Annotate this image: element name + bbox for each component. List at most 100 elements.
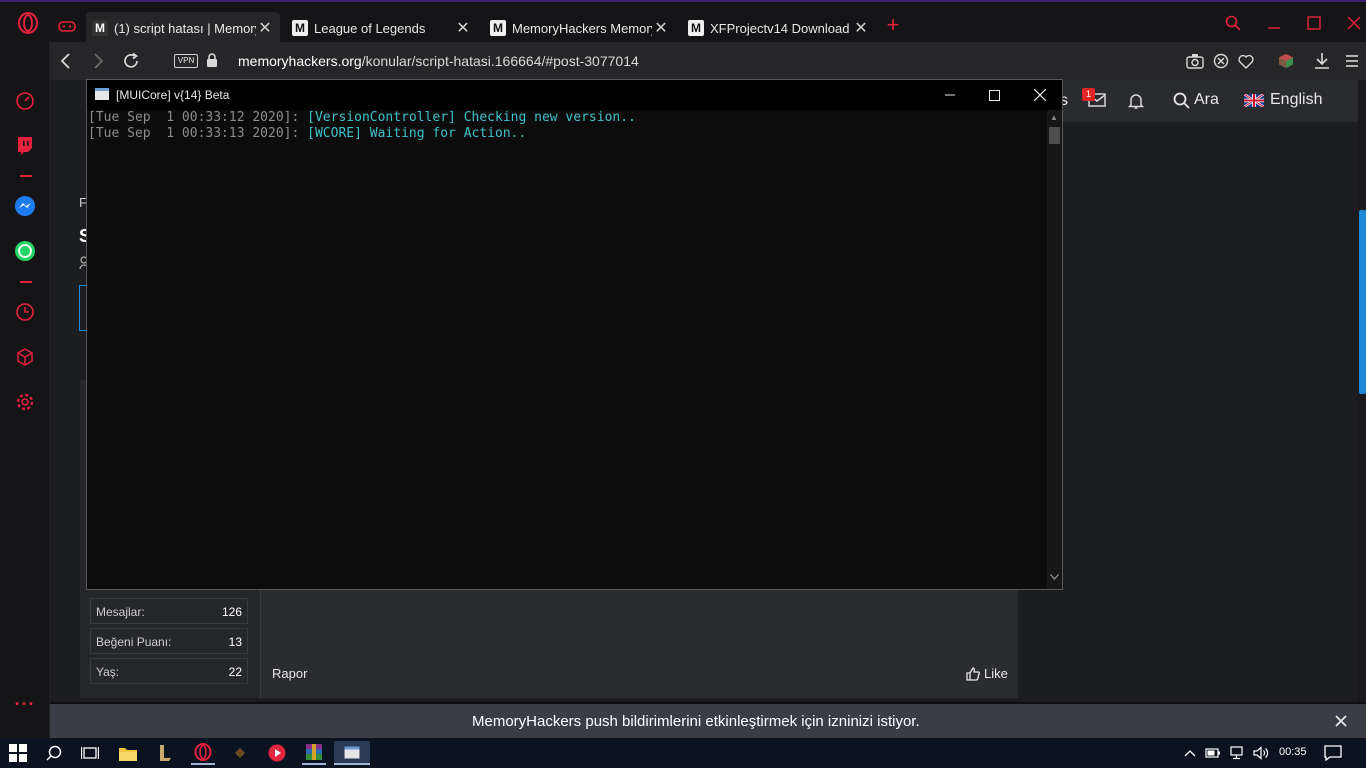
game-app-icon[interactable]: [228, 741, 252, 765]
lock-icon[interactable]: [206, 53, 218, 68]
tab-close-icon[interactable]: ✕: [454, 18, 472, 38]
gamepad-icon[interactable]: [57, 18, 77, 34]
extension-cube-icon[interactable]: [1278, 53, 1294, 69]
tab-title: XFProjectv14 Download - K: [710, 20, 852, 36]
like-button[interactable]: Like: [966, 666, 1008, 681]
settings-gear-icon[interactable]: [14, 391, 36, 413]
memoryhackers-favicon-icon: M: [490, 20, 506, 36]
console-app-taskbar-icon[interactable]: [334, 741, 370, 765]
new-tab-button[interactable]: +: [883, 14, 903, 36]
file-explorer-icon[interactable]: [116, 741, 140, 765]
console-timestamp: [Tue Sep 1 00:33:12 2020]:: [88, 110, 308, 125]
console-scrollbar[interactable]: ▲: [1047, 110, 1062, 589]
language-selector[interactable]: English: [1244, 91, 1322, 109]
console-close-button[interactable]: [1025, 80, 1055, 110]
messenger-icon[interactable]: [14, 195, 36, 217]
tab-script-hatasi[interactable]: M (1) script hatası | MemoryH ✕: [86, 12, 280, 44]
battery-icon[interactable]: [1201, 741, 1225, 765]
tray-chevron-up-icon[interactable]: [1178, 741, 1202, 765]
memoryhackers-favicon-icon: M: [292, 20, 308, 36]
winrar-icon[interactable]: [302, 741, 326, 765]
ad-blocker-icon[interactable]: [1213, 53, 1229, 69]
opera-menu-logo[interactable]: [17, 12, 39, 34]
tab-league-of-legends[interactable]: M League of Legends ✕: [286, 12, 478, 44]
url-path: /konular/script-hatasi.166664/#post-3077…: [361, 53, 639, 69]
vpn-badge[interactable]: VPN: [174, 54, 198, 68]
tab-title: MemoryHackers MemoryU: [512, 20, 652, 36]
extensions-cube-icon[interactable]: [14, 346, 36, 368]
twitch-icon[interactable]: [14, 135, 36, 157]
whatsapp-icon[interactable]: [14, 240, 36, 262]
console-message: [VersionController] Checking new version…: [307, 110, 636, 125]
address-bar: VPN memoryhackers.org/konular/script-hat…: [50, 42, 1366, 80]
sidebar-separator: [20, 175, 32, 177]
console-line: [Tue Sep 1 00:33:12 2020]: [VersionContr…: [88, 110, 1047, 126]
console-scroll-thumb[interactable]: [1049, 127, 1060, 144]
forum-nav: s 1 Ara English: [1018, 80, 1360, 122]
stat-value: 13: [228, 635, 242, 649]
page-scrollbar-thumb[interactable]: [1359, 210, 1366, 394]
tab-close-icon[interactable]: ✕: [256, 18, 274, 38]
console-window[interactable]: [MUICore] v{14} Beta [Tue Sep 1 00:33:12…: [86, 79, 1063, 590]
inbox-count-badge: 1: [1082, 88, 1095, 101]
close-window-button[interactable]: [1335, 10, 1366, 36]
task-view-icon[interactable]: [78, 741, 102, 765]
taskbar-search-icon[interactable]: [42, 741, 66, 765]
snapshot-camera-icon[interactable]: [1186, 53, 1204, 69]
user-stats: Mesajlar: 126 Beğeni Puanı: 13 Yaş: 22: [90, 580, 250, 690]
url-text[interactable]: memoryhackers.org/konular/script-hatasi.…: [238, 53, 639, 69]
forward-arrow-icon[interactable]: [90, 52, 106, 70]
windows-taskbar: 00:35: [0, 738, 1366, 768]
easy-setup-menu-icon[interactable]: [1344, 53, 1360, 69]
volume-icon[interactable]: [1249, 741, 1273, 765]
report-link[interactable]: Rapor: [272, 666, 307, 681]
minimize-window-button[interactable]: [1255, 10, 1293, 36]
search-tabs-icon[interactable]: [1214, 10, 1252, 36]
back-arrow-icon[interactable]: [58, 52, 74, 70]
tab-memoryhackers-memoryu[interactable]: M MemoryHackers MemoryU ✕: [484, 12, 676, 44]
league-client-icon[interactable]: [153, 741, 177, 765]
tab-close-icon[interactable]: ✕: [652, 18, 670, 38]
sidebar-separator: [20, 281, 32, 283]
stat-row-messages: Mesajlar: 126: [90, 598, 248, 624]
console-scroll-up-icon[interactable]: ▲: [1050, 113, 1058, 122]
maximize-window-button[interactable]: [1295, 10, 1333, 36]
search-button[interactable]: Ara: [1173, 91, 1219, 109]
tab-close-icon[interactable]: ✕: [852, 18, 870, 38]
close-notification-icon[interactable]: [1335, 715, 1347, 727]
system-clock[interactable]: 00:35: [1279, 746, 1307, 758]
console-title: [MUICore] v{14} Beta: [116, 88, 230, 102]
tab-title: (1) script hatası | MemoryH: [114, 20, 256, 36]
uk-flag-icon: [1244, 93, 1264, 107]
console-timestamp: [Tue Sep 1 00:33:13 2020]:: [88, 126, 308, 141]
windows-start-icon[interactable]: [6, 741, 30, 765]
tab-xfprojectv14-download[interactable]: M XFProjectv14 Download - K ✕: [682, 12, 876, 44]
console-output[interactable]: [Tue Sep 1 00:33:12 2020]: [VersionContr…: [87, 110, 1047, 589]
stat-value: 126: [221, 605, 242, 619]
console-maximize-button[interactable]: [979, 80, 1009, 110]
history-clock-icon[interactable]: [14, 301, 36, 323]
push-permission-bar: MemoryHackers push bildirimlerini etkinl…: [50, 704, 1366, 738]
console-message: [WCORE] Waiting for Action..: [307, 126, 527, 141]
speed-dial-icon[interactable]: [14, 90, 36, 112]
console-scroll-down-chevron-icon[interactable]: [1050, 574, 1059, 580]
stat-label: Mesajlar:: [96, 605, 145, 619]
url-domain: memoryhackers.org: [238, 53, 362, 69]
stat-label: Yaş:: [96, 665, 120, 679]
post-body: Rapor Like: [260, 590, 1018, 698]
stat-label: Beğeni Puanı:: [96, 635, 172, 649]
opera-browser-icon[interactable]: [191, 741, 215, 765]
push-site-name: MemoryHackers: [472, 713, 582, 730]
more-options-icon[interactable]: ···: [14, 693, 36, 715]
action-center-icon[interactable]: [1321, 741, 1345, 765]
media-player-icon[interactable]: [265, 741, 289, 765]
download-icon[interactable]: [1314, 52, 1330, 70]
bookmark-heart-icon[interactable]: [1238, 54, 1254, 69]
alerts-bell-icon[interactable]: [1128, 92, 1144, 110]
reload-icon[interactable]: [122, 52, 140, 70]
like-label: Like: [984, 666, 1008, 681]
console-title-bar[interactable]: [MUICore] v{14} Beta: [87, 80, 1062, 110]
console-minimize-button[interactable]: [935, 80, 965, 110]
network-icon[interactable]: [1226, 741, 1250, 765]
stat-row-like-score: Beğeni Puanı: 13: [90, 628, 248, 654]
